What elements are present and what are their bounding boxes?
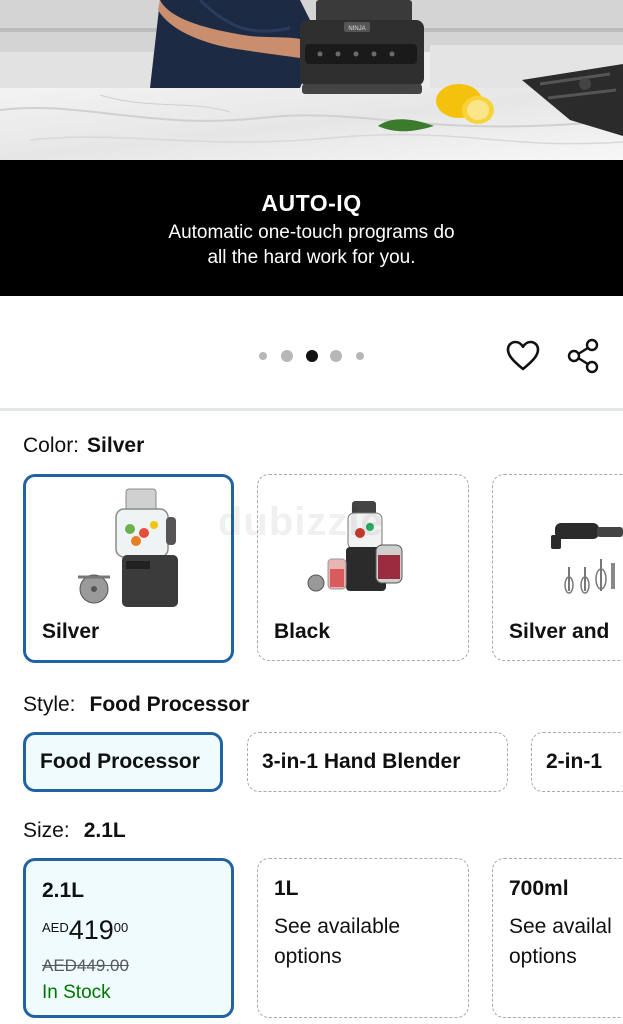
feature-description-line-2: all the hard work for you. [207,247,416,268]
size-option-name: 1L [274,877,299,900]
price: AED41900 [42,915,128,946]
product-thumbnail-silver [78,488,178,607]
price-whole: 419 [68,915,114,945]
size-option-1l[interactable]: 1L See available options [257,858,469,1018]
color-option-name: Silver and [509,620,610,643]
availability-line-2: options [509,945,577,968]
heart-icon [506,340,540,371]
product-image-carousel[interactable]: NINJA AUTO-IQ Automatic one-touch progra… [0,0,623,296]
availability-line-1: See available [274,915,401,938]
size-selected-value: 2.1L [83,819,126,842]
size-option-name: 700ml [509,877,569,900]
share-icon [567,338,599,374]
style-option-name: 3-in-1 Hand Blender [262,750,461,773]
style-option-name: Food Processor [40,750,200,773]
color-label-row: Color: Silver [23,434,144,458]
style-option-name: 2-in-1 [546,750,603,773]
feature-title: AUTO-IQ [261,190,362,216]
list-price: AED449.00 [42,956,129,975]
availability-line-2: options [274,945,342,968]
style-label-row: Style: Food Processor [23,693,249,717]
product-lifestyle-photo: NINJA [0,0,623,160]
carousel-dot-active[interactable] [306,350,318,362]
style-option-hand-blender[interactable]: 3-in-1 Hand Blender [247,732,508,792]
carousel-dot[interactable] [356,352,364,360]
size-option-availability: See availal options [509,912,612,972]
color-option-name: Silver [42,620,100,643]
carousel-dot[interactable] [259,352,267,360]
style-label: Style: [23,693,76,716]
feature-banner: AUTO-IQ Automatic one-touch programs do … [0,160,623,296]
color-option-silver-and[interactable]: Silver and [492,474,623,661]
size-option-name: 2.1L [42,879,85,902]
style-option-2-in-1[interactable]: 2-in-1 [531,732,623,792]
color-option-name: Black [274,620,331,643]
stock-status: In Stock [42,982,111,1003]
color-option-black[interactable]: Black [257,474,469,661]
appliance-brand-text: NINJA [348,26,365,32]
carousel-dot[interactable] [330,350,342,362]
feature-description-line-1: Automatic one-touch programs do [168,222,455,243]
feature-description: Automatic one-touch programs do all the … [0,220,623,270]
product-thumbnail-black [307,501,403,592]
wishlist-button[interactable] [503,336,543,376]
color-label: Color: [23,434,80,457]
carousel-controls [0,296,623,410]
style-selected-value: Food Processor [89,693,250,716]
size-option-700ml[interactable]: 700ml See availal options [492,858,623,1018]
price-currency: AED [42,920,69,935]
share-button[interactable] [563,336,603,376]
carousel-dot[interactable] [281,350,293,362]
section-divider [0,408,623,411]
color-selected-value: Silver [87,434,145,457]
color-option-silver[interactable]: Silver [23,474,234,663]
style-option-food-processor[interactable]: Food Processor [23,732,223,792]
size-label-row: Size: 2.1L [23,819,126,843]
size-label: Size: [23,819,70,842]
size-option-availability: See available options [274,912,400,972]
product-thumbnail-accessories [551,523,623,594]
price-fraction: 00 [113,920,129,935]
size-option-2-1l[interactable]: 2.1L AED41900 AED449.00 In Stock [23,858,234,1018]
availability-line-1: See availal [509,915,612,938]
